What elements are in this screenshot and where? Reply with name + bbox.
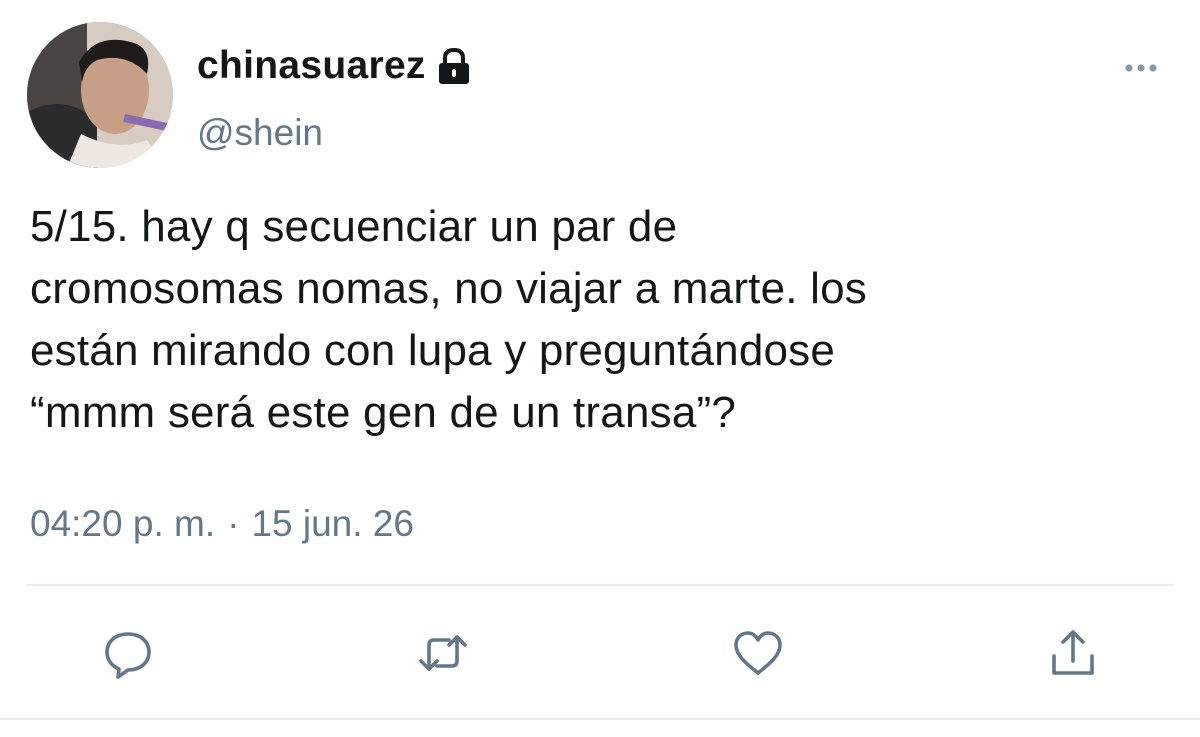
reply-icon [105, 632, 151, 679]
heart-icon [734, 631, 782, 675]
handle[interactable]: @shein [197, 112, 323, 154]
display-name[interactable]: chinasuarez [197, 44, 426, 88]
timestamp-separator: · [227, 503, 240, 544]
share-button[interactable] [1043, 623, 1103, 683]
timestamp[interactable]: 04:20 p. m. · 15 jun. 26 [30, 503, 414, 545]
tweet-text: 5/15. hay q secuenciar un par de cromoso… [30, 202, 867, 437]
like-button[interactable] [728, 623, 788, 683]
lock-icon [436, 47, 472, 85]
reply-button[interactable] [98, 623, 158, 683]
avatar[interactable] [27, 22, 173, 168]
retweet-button[interactable] [413, 623, 473, 683]
display-name-row: chinasuarez [197, 40, 472, 92]
bottom-divider [0, 718, 1200, 720]
tweet: chinasuarez @shein 5/15. hay q secuencia… [0, 0, 1200, 737]
tweet-time: 04:20 p. m. [30, 503, 216, 544]
tweet-date: 15 jun. 26 [251, 503, 414, 544]
share-icon [1052, 630, 1094, 675]
divider [27, 584, 1173, 586]
more-options-icon[interactable] [1118, 56, 1164, 80]
retweet-icon [419, 635, 467, 671]
avatar-image [27, 22, 173, 168]
